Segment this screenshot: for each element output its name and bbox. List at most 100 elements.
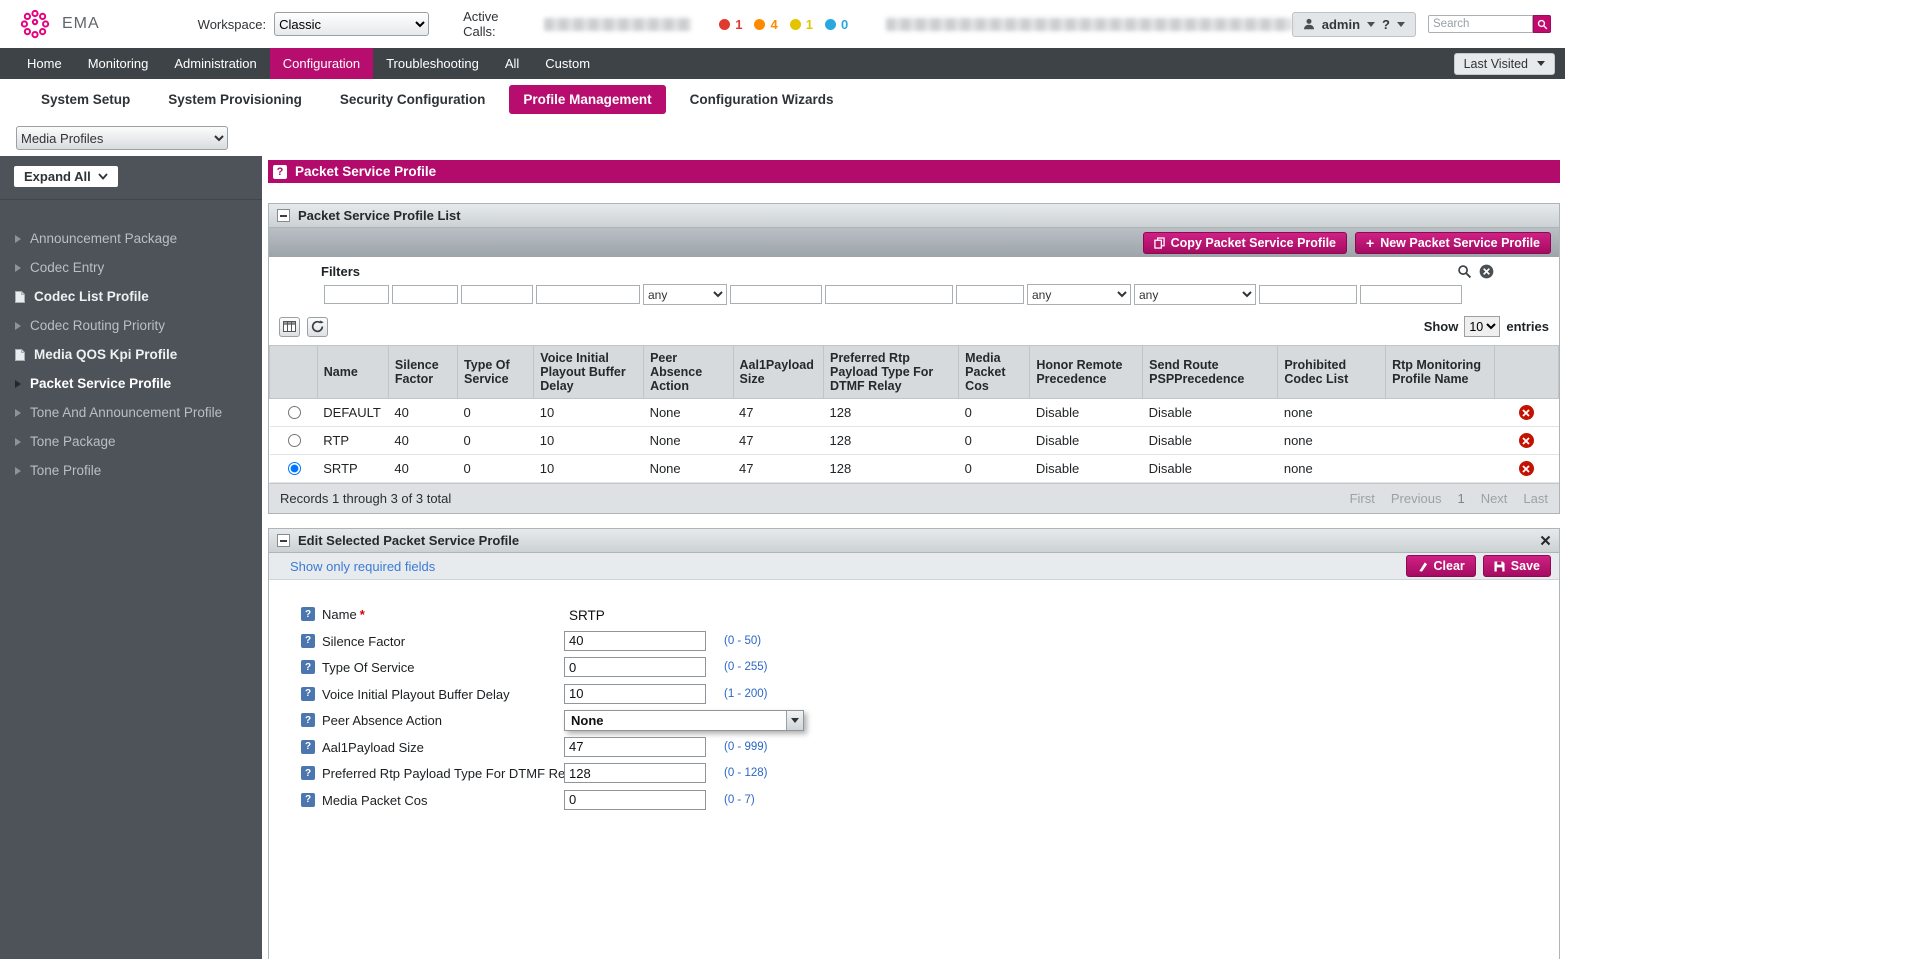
column-chooser-button[interactable]	[279, 317, 300, 337]
delete-column-header	[1494, 346, 1558, 399]
filter-select-9[interactable]: any	[1027, 284, 1131, 305]
alarm-major[interactable]: 4	[754, 17, 777, 32]
nav-item-home[interactable]: Home	[14, 48, 75, 79]
filter-input-6[interactable]	[730, 285, 822, 304]
row-radio-srtp[interactable]	[288, 462, 301, 475]
sidebar-item-codec-entry[interactable]: Codec Entry	[0, 253, 262, 282]
field-help-icon[interactable]: ?	[301, 740, 315, 754]
filter-input-12[interactable]	[1360, 285, 1462, 304]
sidebar-item-announcement-package[interactable]: Announcement Package	[0, 224, 262, 253]
new-packet-service-profile-button[interactable]: + New Packet Service Profile	[1355, 232, 1551, 254]
workspace-select[interactable]: Classic	[274, 12, 429, 36]
column-header-media-packet-cos[interactable]: Media Packet Cos	[959, 346, 1030, 399]
nav-item-administration[interactable]: Administration	[161, 48, 269, 79]
profile-tree-sidebar: Expand All Announcement PackageCodec Ent…	[0, 156, 262, 959]
field-dropdown-peer-absence-action[interactable]: None	[564, 710, 804, 731]
expand-all-button[interactable]: Expand All	[14, 166, 118, 187]
field-help-icon[interactable]: ?	[301, 607, 315, 621]
field-help-icon[interactable]: ?	[301, 793, 315, 807]
search-button[interactable]	[1533, 15, 1551, 33]
filter-input-1[interactable]	[324, 285, 389, 304]
field-input-type-of-service[interactable]	[564, 657, 706, 677]
filter-input-3[interactable]	[461, 285, 533, 304]
field-help-icon[interactable]: ?	[301, 713, 315, 727]
column-header-name[interactable]: Name	[317, 346, 388, 399]
alarm-count-major: 4	[770, 17, 777, 32]
subnav-item-system-setup[interactable]: System Setup	[27, 85, 144, 114]
delete-row-icon[interactable]	[1519, 405, 1534, 420]
copy-packet-service-profile-button[interactable]: Copy Packet Service Profile	[1143, 232, 1347, 254]
column-header-voice-initial-playout-buffer-delay[interactable]: Voice Initial Playout Buffer Delay	[534, 346, 644, 399]
column-header-honor-remote-precedence[interactable]: Honor Remote Precedence	[1030, 346, 1143, 399]
pagination-last[interactable]: Last	[1523, 491, 1548, 506]
nav-item-monitoring[interactable]: Monitoring	[75, 48, 162, 79]
field-help-icon[interactable]: ?	[301, 660, 315, 674]
alarm-info[interactable]: 0	[825, 17, 848, 32]
pagination-next[interactable]: Next	[1481, 491, 1508, 506]
sidebar-item-media-qos-kpi-profile[interactable]: Media QOS Kpi Profile	[0, 340, 262, 369]
row-radio-default[interactable]	[288, 406, 301, 419]
pagination-previous[interactable]: Previous	[1391, 491, 1442, 506]
subnav-item-security-configuration[interactable]: Security Configuration	[326, 85, 500, 114]
column-header-prohibited-codec-list[interactable]: Prohibited Codec List	[1278, 346, 1386, 399]
sidebar-item-codec-list-profile[interactable]: Codec List Profile	[0, 282, 262, 311]
filter-select-10[interactable]: any	[1134, 284, 1256, 305]
subnav-item-configuration-wizards[interactable]: Configuration Wizards	[676, 85, 848, 114]
filter-input-7[interactable]	[825, 285, 953, 304]
field-help-icon[interactable]: ?	[301, 634, 315, 648]
sidebar-item-codec-routing-priority[interactable]: Codec Routing Priority	[0, 311, 262, 340]
sidebar-item-tone-package[interactable]: Tone Package	[0, 427, 262, 456]
pagination-1[interactable]: 1	[1457, 491, 1464, 506]
sidebar-item-tone-profile[interactable]: Tone Profile	[0, 456, 262, 485]
sidebar-item-tone-and-announcement-profile[interactable]: Tone And Announcement Profile	[0, 398, 262, 427]
field-input-silence-factor[interactable]	[564, 631, 706, 651]
apply-filter-search-icon[interactable]	[1457, 264, 1472, 279]
alarm-minor[interactable]: 1	[790, 17, 813, 32]
filter-input-4[interactable]	[536, 285, 640, 304]
show-entries-select[interactable]: 10	[1464, 316, 1500, 337]
collapse-icon[interactable]	[277, 209, 290, 222]
column-header-type-of-service[interactable]: Type Of Service	[458, 346, 534, 399]
page-help-icon[interactable]: ?	[273, 165, 287, 179]
nav-item-configuration[interactable]: Configuration	[270, 48, 373, 79]
filter-input-8[interactable]	[956, 285, 1024, 304]
sidebar-item-packet-service-profile[interactable]: Packet Service Profile	[0, 369, 262, 398]
filter-select-5[interactable]: any	[643, 284, 727, 305]
delete-row-icon[interactable]	[1519, 461, 1534, 476]
column-header-send-route-pspprecedence[interactable]: Send Route PSPPrecedence	[1143, 346, 1278, 399]
delete-row-icon[interactable]	[1519, 433, 1534, 448]
column-header-preferred-rtp-payload-type-for-dtmf-relay[interactable]: Preferred Rtp Payload Type For DTMF Rela…	[823, 346, 958, 399]
help-menu[interactable]: ?	[1382, 17, 1390, 32]
column-header-peer-absence-action[interactable]: Peer Absence Action	[644, 346, 733, 399]
nav-item-all[interactable]: All	[492, 48, 532, 79]
filter-input-2[interactable]	[392, 285, 458, 304]
profile-category-select[interactable]: Media Profiles	[16, 126, 228, 150]
column-header-rtp-monitoring-profile-name[interactable]: Rtp Monitoring Profile Name	[1386, 346, 1495, 399]
subnav-item-profile-management[interactable]: Profile Management	[509, 85, 665, 114]
user-menu[interactable]: admin ?	[1292, 12, 1416, 37]
subnav-item-system-provisioning[interactable]: System Provisioning	[154, 85, 316, 114]
filter-input-11[interactable]	[1259, 285, 1357, 304]
field-help-icon[interactable]: ?	[301, 687, 315, 701]
field-input-aal1payload-size[interactable]	[564, 737, 706, 757]
nav-item-troubleshooting[interactable]: Troubleshooting	[373, 48, 492, 79]
refresh-button[interactable]	[307, 317, 328, 337]
pagination-first[interactable]: First	[1350, 491, 1375, 506]
field-input-preferred-rtp-payload-type-for-dtmf-relay[interactable]	[564, 763, 706, 783]
field-input-voice-initial-playout-buffer-delay[interactable]	[564, 684, 706, 704]
collapse-icon[interactable]	[277, 534, 290, 547]
close-icon[interactable]	[1540, 535, 1551, 546]
last-visited-dropdown[interactable]: Last Visited	[1454, 53, 1555, 75]
field-help-icon[interactable]: ?	[301, 766, 315, 780]
clear-button[interactable]: Clear	[1406, 555, 1476, 577]
clear-filter-icon[interactable]	[1479, 264, 1494, 279]
nav-item-custom[interactable]: Custom	[532, 48, 603, 79]
column-header-aal1payload-size[interactable]: Aal1Payload Size	[733, 346, 823, 399]
field-input-media-packet-cos[interactable]	[564, 790, 706, 810]
save-button[interactable]: Save	[1483, 555, 1551, 577]
row-radio-rtp[interactable]	[288, 434, 301, 447]
column-header-silence-factor[interactable]: Silence Factor	[388, 346, 457, 399]
search-input[interactable]	[1428, 15, 1533, 33]
alarm-critical[interactable]: 1	[719, 17, 742, 32]
show-required-fields-link[interactable]: Show only required fields	[290, 559, 435, 574]
